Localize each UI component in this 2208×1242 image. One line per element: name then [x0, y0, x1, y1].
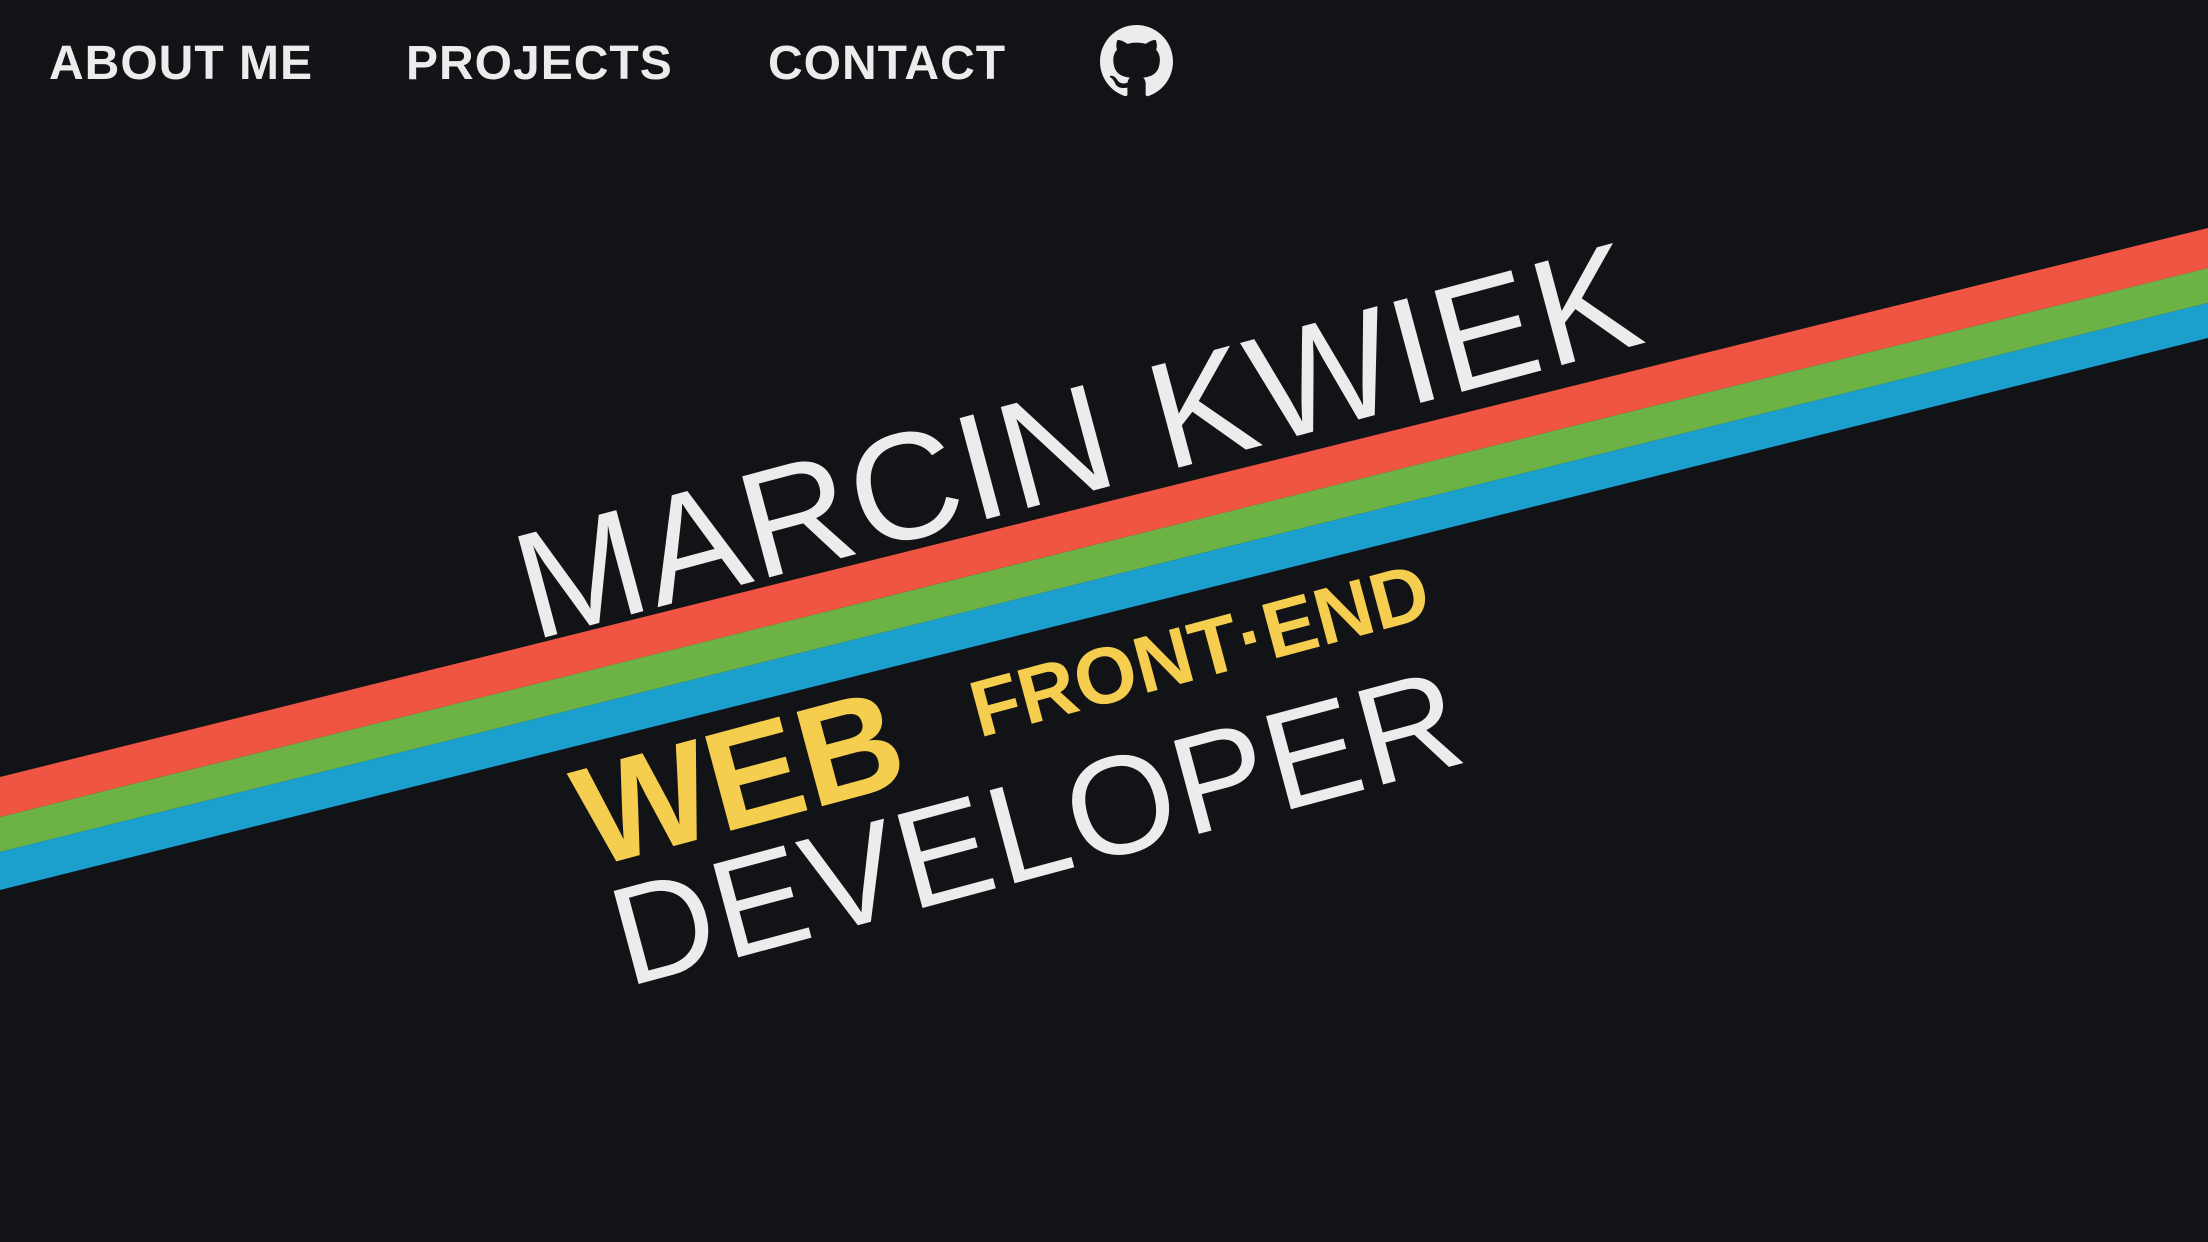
nav-link-about-me[interactable]: ABOUT ME	[49, 36, 313, 92]
github-link[interactable]	[1100, 25, 1173, 98]
top-navigation: ABOUT ME PROJECTS CONTACT	[0, 0, 2208, 130]
nav-link-projects[interactable]: PROJECTS	[406, 36, 673, 92]
nav-link-contact[interactable]: CONTACT	[768, 36, 1006, 92]
decorative-stripes	[0, 228, 2208, 890]
github-icon	[1100, 25, 1173, 97]
page: ABOUT ME PROJECTS CONTACT MARCIN KWIEK W…	[0, 0, 2208, 1242]
